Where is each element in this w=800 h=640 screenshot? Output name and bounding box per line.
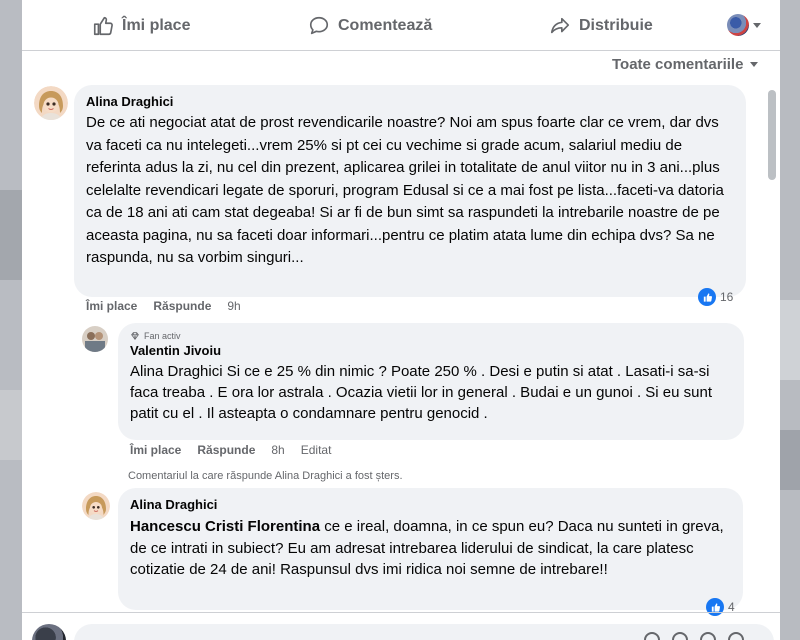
- background-page-left: [0, 0, 22, 640]
- comment-button-label: Comentează: [338, 17, 433, 34]
- divider: [22, 50, 780, 51]
- comment-reply-link[interactable]: Răspunde: [153, 299, 211, 313]
- like-button[interactable]: Îmi place: [92, 12, 190, 40]
- comment-like-link[interactable]: Îmi place: [86, 299, 137, 313]
- avatar[interactable]: [82, 326, 108, 352]
- comment-actions: Îmi place Răspunde 8h Editat: [130, 443, 331, 457]
- reaction-count-value: 16: [720, 290, 734, 304]
- comment-timestamp[interactable]: 9h: [227, 299, 240, 313]
- camera-icon[interactable]: [672, 632, 688, 640]
- comment-author[interactable]: Valentin Jivoiu: [130, 342, 732, 359]
- background-block: [780, 300, 800, 380]
- comment-composer-input[interactable]: [74, 624, 774, 640]
- deleted-comment-note: Comentariul la care răspunde Alina Dragh…: [128, 470, 403, 482]
- avatar[interactable]: [34, 86, 68, 120]
- fan-badge-label: Fan activ: [144, 331, 181, 341]
- like-reaction-icon: [706, 598, 724, 616]
- background-block: [0, 390, 22, 460]
- comment-author[interactable]: Alina Draghici: [130, 496, 731, 513]
- scrollbar[interactable]: [768, 90, 776, 180]
- share-button[interactable]: Distribuie: [549, 12, 653, 40]
- background-block: [0, 190, 22, 280]
- avatar: [727, 14, 749, 36]
- like-button-label: Îmi place: [122, 17, 191, 34]
- gif-icon[interactable]: [700, 632, 716, 640]
- comment-author[interactable]: Alina Draghici: [86, 93, 734, 110]
- edited-label: Editat: [300, 443, 332, 457]
- background-block: [780, 430, 800, 490]
- background-page-right: [780, 0, 800, 640]
- reaction-count[interactable]: 4: [706, 598, 735, 616]
- share-button-label: Distribuie: [579, 17, 653, 34]
- mention-link[interactable]: Hancescu Cristi Florentina: [130, 518, 320, 535]
- fan-badge: Fan activ: [130, 330, 732, 342]
- comment-sort-dropdown[interactable]: Toate comentariile: [612, 56, 759, 73]
- comment-button[interactable]: Comentează: [308, 12, 432, 40]
- comment-sort-label: Toate comentariile: [612, 56, 744, 73]
- diamond-icon: [131, 332, 139, 341]
- avatar[interactable]: [82, 492, 110, 520]
- comment-actions: Îmi place Răspunde 9h: [86, 299, 241, 313]
- comment-reply-link[interactable]: Răspunde: [197, 443, 255, 457]
- comment-like-link[interactable]: Îmi place: [130, 443, 181, 457]
- thumbs-up-icon: [93, 16, 113, 36]
- comment-bubble: Alina Draghici De ce ati negociat atat d…: [74, 85, 746, 297]
- sticker-icon[interactable]: [728, 632, 744, 640]
- post-comments-panel: Îmi place Comentează Distribuie Toate co…: [22, 0, 780, 640]
- post-action-bar: Îmi place Comentează Distribuie: [22, 0, 780, 50]
- avatar: [32, 624, 66, 640]
- share-icon: [550, 17, 570, 34]
- like-reaction-icon: [698, 288, 716, 306]
- caret-down-icon: [753, 22, 761, 28]
- emoji-icon[interactable]: [644, 632, 660, 640]
- comment-bubble: Alina Draghici Hancescu Cristi Florentin…: [118, 488, 743, 610]
- comment-text: De ce ati negociat atat de prost revendi…: [86, 114, 724, 266]
- caret-down-icon: [750, 62, 759, 67]
- reaction-count[interactable]: 16: [698, 288, 733, 306]
- profile-switcher[interactable]: [727, 14, 761, 36]
- composer-tools: [644, 632, 744, 640]
- comment-timestamp[interactable]: 8h: [271, 443, 284, 457]
- comment-bubble: Fan activ Valentin Jivoiu Alina Draghici…: [118, 323, 744, 440]
- divider: [22, 612, 780, 613]
- comment-text: Alina Draghici Si ce e 25 % din nimic ? …: [130, 363, 712, 422]
- comment-icon: [309, 16, 329, 35]
- comment-text: Hancescu Cristi Florentina ce e ireal, d…: [130, 516, 731, 581]
